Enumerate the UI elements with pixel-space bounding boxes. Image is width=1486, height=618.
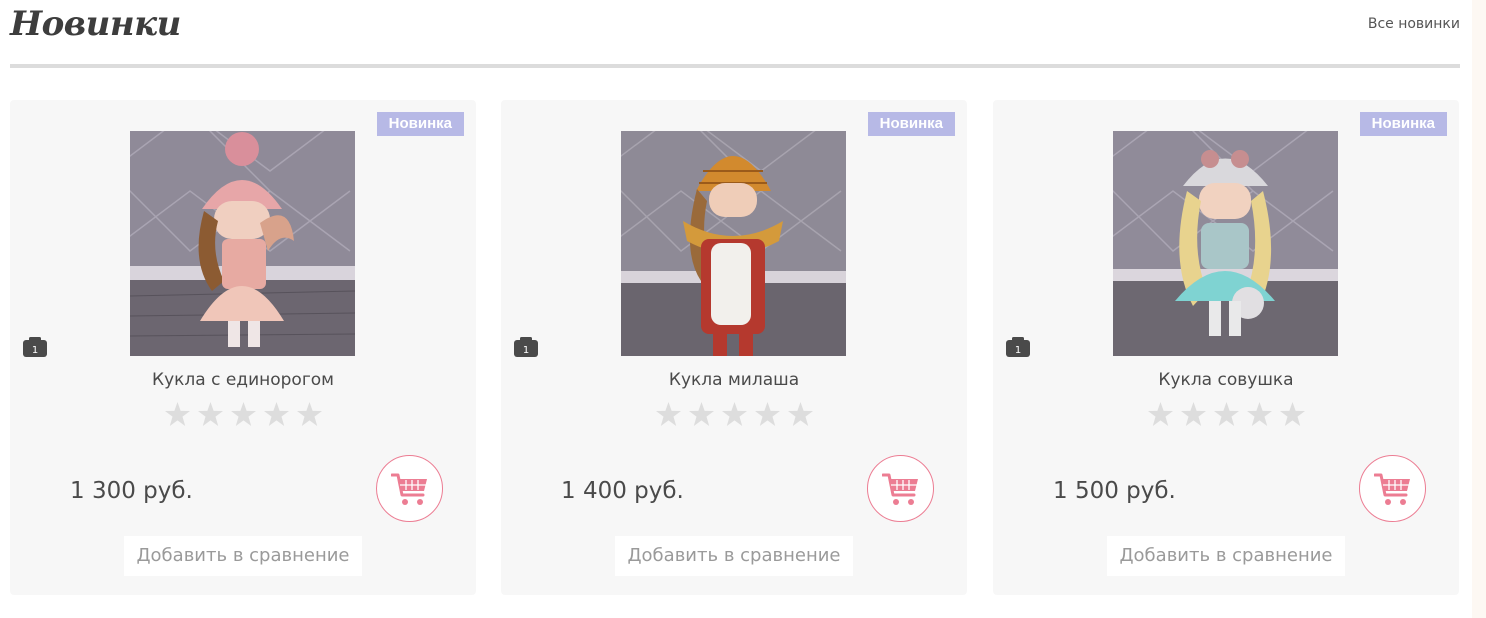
star-icon[interactable] xyxy=(1279,402,1305,426)
photo-count: 1 xyxy=(1005,336,1031,362)
rating-stars[interactable] xyxy=(10,402,476,426)
page-edge-strip xyxy=(1472,0,1486,618)
camera-icon: 1 xyxy=(1006,337,1030,357)
photo-count-value: 1 xyxy=(523,345,529,356)
star-icon[interactable] xyxy=(721,402,747,426)
shopping-cart-icon xyxy=(1373,473,1410,505)
photo-count-value: 1 xyxy=(1015,345,1021,356)
product-card: Новинка xyxy=(10,100,476,595)
rating-stars[interactable] xyxy=(993,402,1459,426)
photo-count: 1 xyxy=(22,336,48,362)
compare-area: Добавить в сравнение xyxy=(501,536,967,576)
star-icon[interactable] xyxy=(1246,402,1272,426)
all-new-link[interactable]: Все новинки xyxy=(1368,16,1460,32)
star-icon[interactable] xyxy=(164,402,190,426)
add-to-compare-button[interactable]: Добавить в сравнение xyxy=(124,536,362,576)
add-to-compare-button[interactable]: Добавить в сравнение xyxy=(1107,536,1345,576)
product-card: Новинка xyxy=(993,100,1459,595)
add-to-cart-button[interactable] xyxy=(867,455,934,522)
star-icon[interactable] xyxy=(787,402,813,426)
product-card: Новинка xyxy=(501,100,967,595)
star-icon[interactable] xyxy=(1180,402,1206,426)
star-icon[interactable] xyxy=(688,402,714,426)
shopping-cart-icon xyxy=(881,473,918,505)
new-badge: Новинка xyxy=(867,112,955,136)
product-photo[interactable] xyxy=(1113,131,1338,356)
star-icon[interactable] xyxy=(655,402,681,426)
product-photo[interactable] xyxy=(621,131,846,356)
section-title: Новинки xyxy=(10,4,181,44)
product-price: 1 400 руб. xyxy=(561,478,684,504)
product-title[interactable]: Кукла милаша xyxy=(501,370,967,390)
new-badge: Новинка xyxy=(376,112,464,136)
compare-area: Добавить в сравнение xyxy=(993,536,1459,576)
product-title[interactable]: Кукла с единорогом xyxy=(10,370,476,390)
add-to-compare-button[interactable]: Добавить в сравнение xyxy=(615,536,853,576)
star-icon[interactable] xyxy=(263,402,289,426)
product-price: 1 500 руб. xyxy=(1053,478,1176,504)
compare-area: Добавить в сравнение xyxy=(10,536,476,576)
photo-count: 1 xyxy=(513,336,539,362)
product-grid: Новинка 1 Кукла с единорогом 1 300 руб. … xyxy=(10,100,1460,595)
star-icon[interactable] xyxy=(197,402,223,426)
star-icon[interactable] xyxy=(1147,402,1173,426)
new-badge: Новинка xyxy=(1359,112,1447,136)
add-to-cart-button[interactable] xyxy=(376,455,443,522)
star-icon[interactable] xyxy=(1213,402,1239,426)
photo-count-value: 1 xyxy=(32,345,38,356)
rating-stars[interactable] xyxy=(501,402,967,426)
star-icon[interactable] xyxy=(754,402,780,426)
camera-icon: 1 xyxy=(23,337,47,357)
add-to-cart-button[interactable] xyxy=(1359,455,1426,522)
product-title[interactable]: Кукла совушка xyxy=(993,370,1459,390)
star-icon[interactable] xyxy=(296,402,322,426)
shopping-cart-icon xyxy=(390,473,427,505)
star-icon[interactable] xyxy=(230,402,256,426)
camera-icon: 1 xyxy=(514,337,538,357)
product-photo[interactable] xyxy=(130,131,355,356)
product-price: 1 300 руб. xyxy=(70,478,193,504)
section-header: Новинки Все новинки xyxy=(10,0,1460,68)
